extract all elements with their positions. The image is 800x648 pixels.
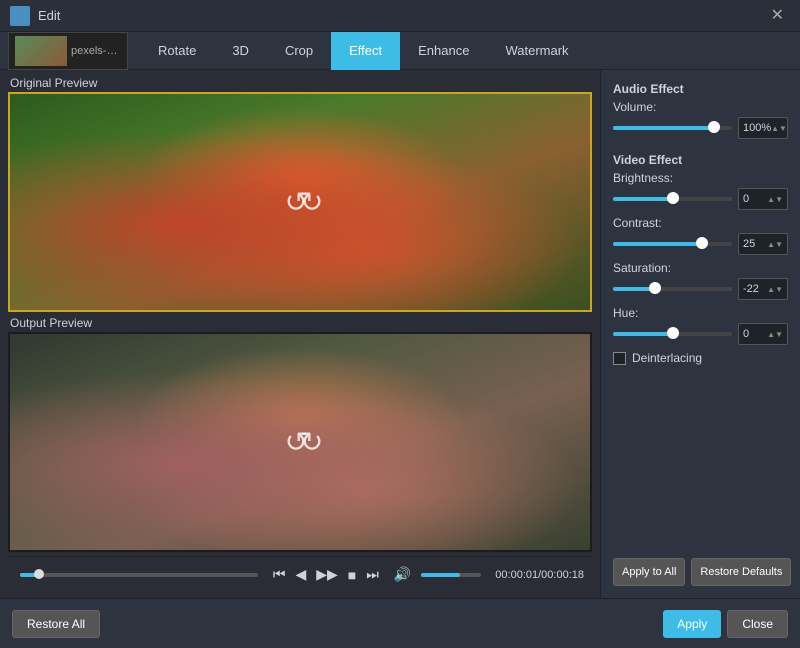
volume-slider-thumb[interactable] <box>708 121 720 133</box>
file-thumbnail-image <box>15 36 67 66</box>
output-preview-video: ↺ ↻ <box>8 332 592 552</box>
hue-label: Hue: <box>613 306 788 320</box>
tab-watermark[interactable]: Watermark <box>487 32 586 70</box>
audio-effect-title: Audio Effect <box>613 82 788 96</box>
brightness-row: Brightness: 0 ▲▼ <box>613 171 788 210</box>
contrast-spin-arrows[interactable]: ▲▼ <box>767 240 783 249</box>
output-preview-section: Output Preview ↺ ↻ <box>8 316 592 552</box>
saturation-value-input[interactable]: -22 ▲▼ <box>738 278 788 300</box>
output-play-icon: ↺ ↻ <box>285 426 316 459</box>
progress-bar[interactable] <box>20 573 258 577</box>
tab-effect[interactable]: Effect <box>331 32 400 70</box>
original-preview-section: Original Preview ↺ ↻ <box>8 76 592 312</box>
hue-fill <box>613 332 673 336</box>
skip-forward-button[interactable]: ⏭ <box>363 566 382 583</box>
volume-fill <box>421 573 460 577</box>
saturation-thumb[interactable] <box>649 282 661 294</box>
audio-effect-section: Audio Effect Volume: 100% ▲▼ <box>613 82 788 145</box>
title-text: Edit <box>38 8 60 23</box>
title-icon <box>10 6 30 26</box>
brightness-label: Brightness: <box>613 171 788 185</box>
title-bar: Edit ✕ <box>0 0 800 32</box>
brightness-spin-arrows[interactable]: ▲▼ <box>767 195 783 204</box>
hue-slider-row: 0 ▲▼ <box>613 323 788 345</box>
apply-to-all-button[interactable]: Apply to All <box>613 558 685 586</box>
hue-spin-arrows[interactable]: ▲▼ <box>767 330 783 339</box>
play-button[interactable]: ▶▶ <box>313 566 341 583</box>
volume-slider-row: 100% ▲▼ <box>613 117 788 139</box>
sub-action-buttons: Apply to All Restore Defaults <box>613 550 788 586</box>
brightness-fill <box>613 197 673 201</box>
original-play-icon: ↺ ↻ <box>285 186 316 219</box>
output-preview-label: Output Preview <box>8 316 592 330</box>
volume-track[interactable] <box>613 126 732 130</box>
skip-back-button[interactable]: ⏮ <box>270 566 289 583</box>
time-display: 00:00:01/00:00:18 <box>495 569 584 581</box>
contrast-label: Contrast: <box>613 216 788 230</box>
tab-crop[interactable]: Crop <box>267 32 331 70</box>
tab-rotate[interactable]: Rotate <box>140 32 214 70</box>
contrast-value-input[interactable]: 25 ▲▼ <box>738 233 788 255</box>
volume-value-input[interactable]: 100% ▲▼ <box>738 117 788 139</box>
video-effect-section: Video Effect Brightness: 0 ▲▼ Contr <box>613 153 788 365</box>
deinterlacing-checkbox[interactable] <box>613 352 626 365</box>
tab-enhance[interactable]: Enhance <box>400 32 487 70</box>
main-content: Original Preview ↺ ↻ Output Preview ↺ ↻ … <box>0 70 800 598</box>
contrast-thumb[interactable] <box>696 237 708 249</box>
hue-value-input[interactable]: 0 ▲▼ <box>738 323 788 345</box>
stop-button[interactable]: ■ <box>345 567 359 583</box>
contrast-slider-row: 25 ▲▼ <box>613 233 788 255</box>
volume-icon: 🔊 <box>394 566 411 583</box>
saturation-track[interactable] <box>613 287 732 291</box>
close-dialog-button[interactable]: Close <box>727 610 788 638</box>
restore-defaults-button[interactable]: Restore Defaults <box>691 558 791 586</box>
deinterlacing-row[interactable]: Deinterlacing <box>613 351 788 365</box>
bottom-actions: Restore All Apply Close <box>0 598 800 648</box>
close-button[interactable]: ✕ <box>765 6 790 26</box>
hue-row: Hue: 0 ▲▼ <box>613 306 788 345</box>
brightness-slider-row: 0 ▲▼ <box>613 188 788 210</box>
saturation-row: Saturation: -22 ▲▼ <box>613 261 788 300</box>
brightness-value-input[interactable]: 0 ▲▼ <box>738 188 788 210</box>
brightness-thumb[interactable] <box>667 192 679 204</box>
file-thumbnail[interactable]: pexels-mang-... <box>8 32 128 70</box>
bottom-right-group: Apply Close <box>663 610 788 638</box>
hue-thumb[interactable] <box>667 327 679 339</box>
title-bar-left: Edit <box>10 6 60 26</box>
transport-controls: ⏮ ◀ ▶▶ ■ ⏭ 🔊 00:00:01/00:00:18 <box>8 556 592 592</box>
tab-3d[interactable]: 3D <box>214 32 267 70</box>
contrast-track[interactable] <box>613 242 732 246</box>
volume-label: Volume: <box>613 100 788 114</box>
preview-area: Original Preview ↺ ↻ Output Preview ↺ ↻ … <box>0 70 600 598</box>
contrast-fill <box>613 242 702 246</box>
volume-row: Volume: 100% ▲▼ <box>613 100 788 139</box>
volume-slider-fill <box>613 126 714 130</box>
play-back-button[interactable]: ◀ <box>292 566 309 583</box>
deinterlacing-label: Deinterlacing <box>632 351 702 365</box>
file-thumbnail-name: pexels-mang-... <box>71 45 121 57</box>
brightness-track[interactable] <box>613 197 732 201</box>
apply-button[interactable]: Apply <box>663 610 721 638</box>
original-preview-label: Original Preview <box>8 76 592 90</box>
volume-spin-arrows[interactable]: ▲▼ <box>771 124 787 133</box>
progress-thumb[interactable] <box>34 569 44 579</box>
restore-all-button[interactable]: Restore All <box>12 610 100 638</box>
bottom-left-group: Restore All <box>12 610 100 638</box>
saturation-spin-arrows[interactable]: ▲▼ <box>767 285 783 294</box>
saturation-slider-row: -22 ▲▼ <box>613 278 788 300</box>
volume-slider[interactable] <box>421 573 481 577</box>
saturation-label: Saturation: <box>613 261 788 275</box>
contrast-row: Contrast: 25 ▲▼ <box>613 216 788 255</box>
original-preview-video: ↺ ↻ <box>8 92 592 312</box>
video-effect-title: Video Effect <box>613 153 788 167</box>
hue-track[interactable] <box>613 332 732 336</box>
right-panel: Audio Effect Volume: 100% ▲▼ Video Effec… <box>600 70 800 598</box>
